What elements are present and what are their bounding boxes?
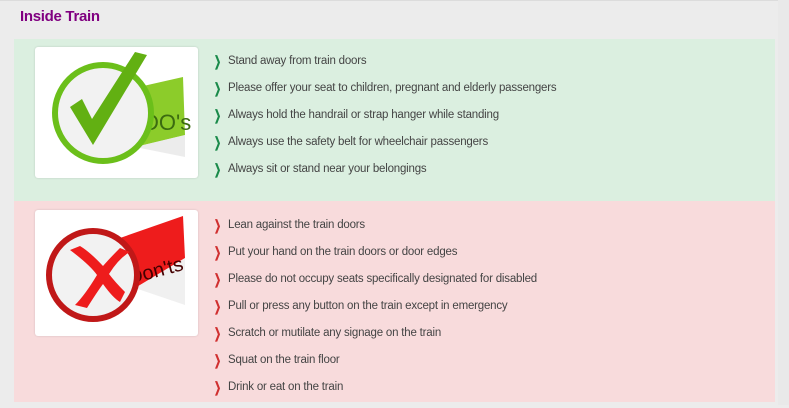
dos-image: DO's: [35, 47, 198, 178]
dos-section: DO's ❯ Stand away from train doors ❯ Pleas…: [14, 39, 775, 201]
chevron-right-icon: ❯: [214, 107, 221, 123]
checkmark-icon: DO's: [52, 52, 191, 164]
list-item: ❯ Drink or eat on the train: [214, 379, 344, 395]
chevron-right-icon: ❯: [214, 161, 221, 177]
top-border: [0, 0, 789, 1]
chevron-right-icon: ❯: [214, 271, 221, 287]
list-item: ❯ Always hold the handrail or strap hange…: [214, 107, 499, 123]
chevron-right-icon: ❯: [214, 244, 221, 260]
chevron-right-icon: ❯: [214, 325, 221, 341]
chevron-right-icon: ❯: [214, 134, 221, 150]
chevron-right-icon: ❯: [214, 379, 221, 395]
list-item: ❯ Always sit or stand near your belonging…: [214, 161, 427, 177]
chevron-right-icon: ❯: [214, 217, 221, 233]
list-item: ❯ Squat on the train floor: [214, 352, 340, 368]
list-item: ❯ Please do not occupy seats specifically…: [214, 271, 537, 287]
chevron-right-icon: ❯: [214, 352, 221, 368]
cross-icon: Don'ts: [46, 216, 186, 322]
list-item: ❯ Please offer your seat to children, pre…: [214, 80, 557, 96]
page-title: Inside Train: [20, 8, 100, 25]
list-item: ❯ Pull or press any button on the train e…: [214, 298, 508, 314]
donts-section: Don'ts ❯ Lean against the train doors ❯ Pu…: [14, 201, 775, 402]
chevron-right-icon: ❯: [214, 298, 221, 314]
chevron-right-icon: ❯: [214, 53, 221, 69]
scrollbar[interactable]: [778, 0, 789, 405]
list-item: ❯ Lean against the train doors: [214, 217, 365, 233]
list-item: ❯ Put your hand on the train doors or doo…: [214, 244, 458, 260]
dos-list: ❯ Stand away from train doors ❯ Please off…: [214, 53, 557, 190]
list-item: ❯ Stand away from train doors: [214, 53, 367, 69]
list-item: ❯ Always use the safety belt for wheelcha…: [214, 134, 488, 150]
list-item: ❯ Scratch or mutilate any signage on the …: [214, 325, 442, 341]
donts-list: ❯ Lean against the train doors ❯ Put your …: [214, 217, 537, 408]
chevron-right-icon: ❯: [214, 80, 221, 96]
donts-image: Don'ts: [35, 210, 198, 336]
